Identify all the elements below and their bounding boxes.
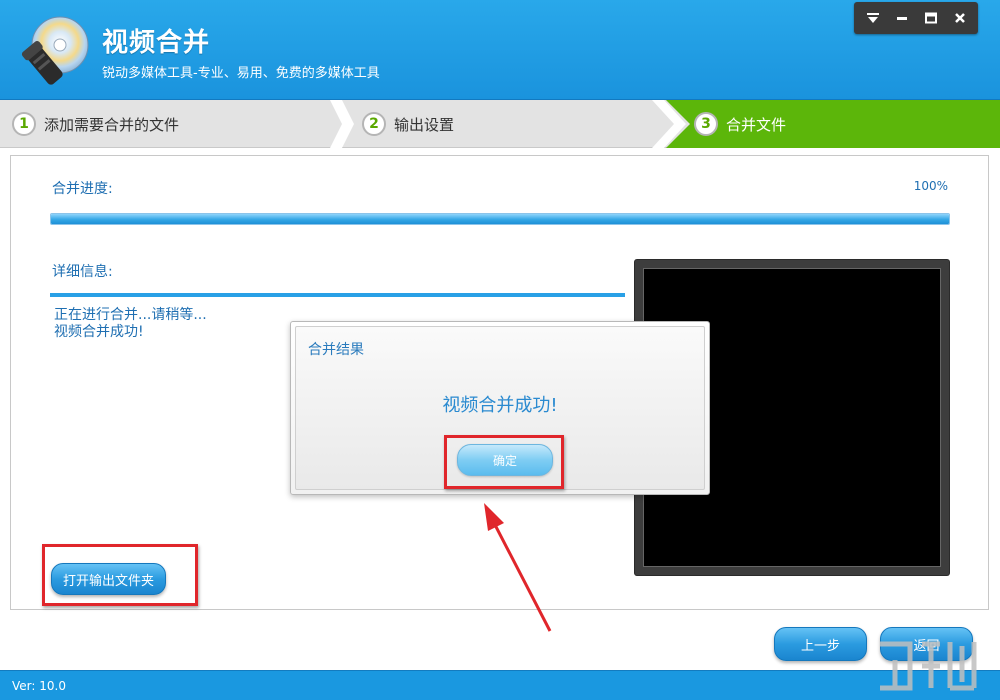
dialog-message: 视频合并成功! bbox=[442, 395, 558, 416]
details-label: 详细信息: bbox=[52, 264, 113, 280]
step-3-label: 合并文件 bbox=[726, 115, 787, 134]
app-header: 视频合并 锐动多媒体工具-专业、易用、免费的多媒体工具 bbox=[0, 0, 1000, 100]
annotation-arrow-icon bbox=[484, 503, 552, 632]
app-subtitle: 锐动多媒体工具-专业、易用、免费的多媒体工具 bbox=[102, 66, 380, 81]
app-title: 视频合并 bbox=[102, 28, 211, 58]
step-3-number: 3 bbox=[694, 112, 718, 136]
progress-label: 合并进度: bbox=[52, 181, 113, 197]
log-line: 正在进行合并...请稍等... bbox=[54, 307, 207, 323]
step-1: 1 添加需要合并的文件 bbox=[12, 100, 179, 148]
prev-step-button[interactable]: 上一步 bbox=[774, 627, 867, 661]
step-2-label: 输出设置 bbox=[394, 115, 455, 134]
progress-percent: 100% bbox=[913, 179, 948, 193]
step-1-label: 添加需要合并的文件 bbox=[44, 115, 180, 134]
step-2-number: 2 bbox=[362, 112, 386, 136]
dialog-body: 合并结果 视频合并成功! 确定 bbox=[295, 326, 705, 490]
merge-result-dialog: 合并结果 视频合并成功! 确定 bbox=[290, 321, 710, 495]
progress-bar bbox=[50, 213, 950, 225]
disc-logo-icon bbox=[21, 16, 89, 85]
log-output: 正在进行合并...请稍等... 视频合并成功! bbox=[54, 307, 207, 341]
step-1-number: 1 bbox=[12, 112, 36, 136]
progress-fill bbox=[51, 214, 949, 224]
steps-bar: 1 添加需要合并的文件 2 输出设置 3 合并文件 bbox=[0, 100, 1000, 148]
step-3: 3 合并文件 bbox=[694, 100, 786, 148]
step-2: 2 输出设置 bbox=[362, 100, 454, 148]
maximize-icon[interactable] bbox=[918, 5, 944, 31]
open-output-folder-button[interactable]: 打开输出文件夹 bbox=[51, 563, 166, 595]
details-divider bbox=[50, 293, 625, 297]
close-icon[interactable] bbox=[947, 5, 973, 31]
log-line: 视频合并成功! bbox=[54, 324, 144, 340]
ok-button[interactable]: 确定 bbox=[457, 444, 553, 476]
menu-icon[interactable] bbox=[860, 5, 886, 31]
version-label: Ver: 10.0 bbox=[12, 679, 66, 693]
watermark-logo bbox=[880, 641, 977, 691]
minimize-icon[interactable] bbox=[889, 5, 915, 31]
dialog-title: 合并结果 bbox=[308, 342, 364, 358]
window-controls bbox=[854, 2, 978, 34]
status-bar: Ver: 10.0 bbox=[0, 670, 1000, 700]
